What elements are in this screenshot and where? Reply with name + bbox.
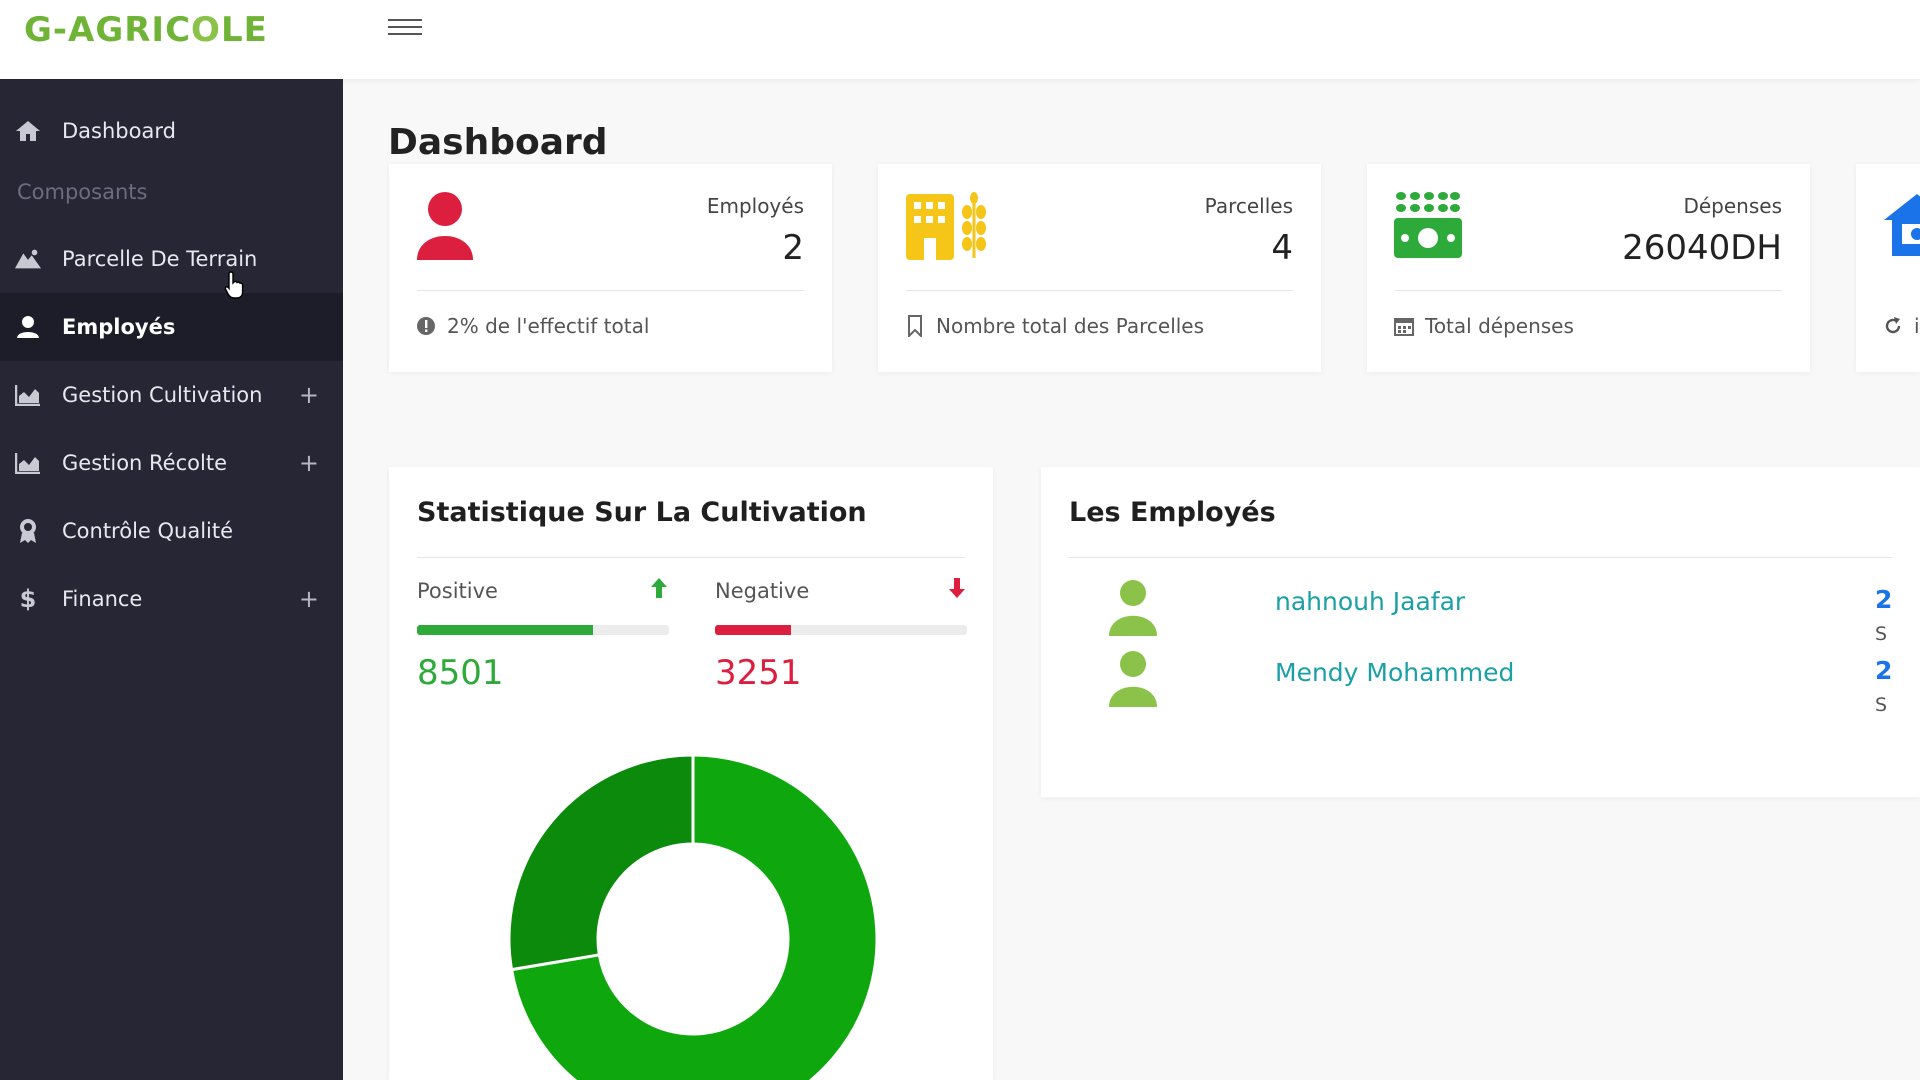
chart-area-icon bbox=[14, 381, 42, 409]
expand-icon[interactable]: + bbox=[299, 449, 319, 477]
expand-icon[interactable]: + bbox=[299, 585, 319, 613]
stat-card-partial[interactable]: i bbox=[1856, 164, 1920, 372]
sidebar-item-gestion-cultivation[interactable]: Gestion Cultivation + bbox=[0, 361, 343, 429]
house-icon bbox=[1882, 190, 1920, 260]
arrow-up-icon bbox=[649, 577, 669, 599]
mountain-icon bbox=[14, 245, 42, 273]
positive-value: 8501 bbox=[417, 653, 504, 693]
stat-footer-text: 2% de l'effectif total bbox=[447, 314, 650, 338]
dollar-icon: $ bbox=[19, 585, 37, 613]
avatar bbox=[1107, 579, 1159, 637]
menu-toggle-icon[interactable] bbox=[388, 14, 422, 40]
sidebar-item-label: Contrôle Qualité bbox=[62, 519, 234, 543]
logo-leaf: O bbox=[191, 10, 221, 50]
employee-extra: 2 bbox=[1875, 585, 1893, 614]
card-title: Statistique Sur La Cultivation bbox=[417, 497, 867, 528]
positive-progress-fill bbox=[417, 625, 594, 635]
sidebar-item-label: Gestion Cultivation bbox=[62, 383, 263, 407]
positive-progress-bar bbox=[417, 625, 669, 635]
negative-value: 3251 bbox=[715, 653, 802, 693]
logo-prefix: G-AGRIC bbox=[24, 10, 192, 50]
stat-card-parcelles[interactable]: Parcelles 4 Nombre total des Parcelles bbox=[878, 164, 1321, 372]
negative-progress-fill bbox=[715, 625, 791, 635]
sidebar-item-gestion-recolte[interactable]: Gestion Récolte + bbox=[0, 429, 343, 497]
sidebar-item-label: Parcelle De Terrain bbox=[62, 247, 258, 271]
money-bill-wheat-icon bbox=[1393, 190, 1463, 260]
stat-footer: Nombre total des Parcelles bbox=[904, 314, 1204, 338]
user-icon bbox=[415, 190, 485, 260]
sidebar-item-label: Gestion Récolte bbox=[62, 451, 227, 475]
award-icon bbox=[14, 517, 42, 545]
divider bbox=[1069, 557, 1892, 558]
logo-suffix: LE bbox=[220, 10, 268, 50]
stat-label: Dépenses bbox=[1683, 194, 1782, 218]
stat-card-employes[interactable]: Employés 2 2% de l'effectif total bbox=[389, 164, 832, 372]
stat-value: 26040DH bbox=[1622, 228, 1782, 268]
employee-extra: 2 bbox=[1875, 656, 1893, 685]
stat-label: Employés bbox=[706, 194, 804, 218]
expand-icon[interactable]: + bbox=[299, 381, 319, 409]
negative-stat: Negative 3251 bbox=[715, 577, 967, 693]
user-icon bbox=[14, 313, 42, 341]
employee-name-link[interactable]: nahnouh Jaafar bbox=[1275, 587, 1465, 616]
divider bbox=[417, 290, 804, 291]
sidebar-item-label: Employés bbox=[62, 315, 176, 339]
stat-footer-text: Nombre total des Parcelles bbox=[936, 314, 1205, 338]
mouse-cursor-icon bbox=[224, 270, 246, 300]
sidebar-section-label: Composants bbox=[17, 180, 148, 204]
cultivation-donut-chart bbox=[508, 754, 878, 1080]
stat-footer: 2% de l'effectif total bbox=[415, 314, 649, 338]
bookmark-icon bbox=[904, 315, 926, 337]
app-logo[interactable]: G-AGRICOLE bbox=[24, 10, 268, 50]
divider bbox=[1395, 290, 1782, 291]
stat-footer-text: Total dépenses bbox=[1425, 314, 1574, 338]
stat-footer: Total dépenses bbox=[1393, 314, 1574, 338]
negative-label: Negative bbox=[715, 579, 810, 603]
employee-name-link[interactable]: Mendy Mohammed bbox=[1275, 658, 1514, 687]
cultivation-stats-card: Statistique Sur La Cultivation Positive … bbox=[389, 467, 993, 1080]
divider bbox=[906, 290, 1293, 291]
card-title: Les Employés bbox=[1069, 497, 1276, 528]
stat-value: 2 bbox=[782, 228, 804, 268]
chart-area-icon bbox=[14, 449, 42, 477]
stat-footer: i bbox=[1882, 314, 1920, 338]
positive-label: Positive bbox=[417, 579, 498, 603]
page-title: Dashboard bbox=[388, 122, 608, 163]
employee-extra-sub: S bbox=[1875, 694, 1888, 716]
stat-value: 4 bbox=[1271, 228, 1293, 268]
info-circle-icon bbox=[415, 315, 437, 337]
sidebar-item-dashboard[interactable]: Dashboard bbox=[0, 97, 343, 165]
divider bbox=[417, 557, 965, 558]
negative-progress-bar bbox=[715, 625, 967, 635]
sidebar: Dashboard Composants Parcelle De Terrain… bbox=[0, 79, 343, 1080]
home-icon bbox=[14, 117, 42, 145]
avatar bbox=[1107, 650, 1159, 708]
sidebar-item-controle-qualite[interactable]: Contrôle Qualité bbox=[0, 497, 343, 565]
stat-card-depenses[interactable]: Dépenses 26040DH Total dépenses bbox=[1367, 164, 1810, 372]
top-bar: G-AGRICOLE bbox=[0, 0, 1920, 79]
list-item[interactable]: nahnouh Jaafar 2 S bbox=[1041, 579, 1901, 649]
sidebar-item-finance[interactable]: $ Finance + bbox=[0, 565, 343, 633]
employee-extra-sub: S bbox=[1875, 623, 1888, 645]
donut-slice-negative bbox=[508, 754, 695, 972]
stat-footer-text: i bbox=[1914, 314, 1920, 338]
stat-label: Parcelles bbox=[1204, 194, 1293, 218]
arrow-down-icon bbox=[947, 577, 967, 599]
list-item[interactable]: Mendy Mohammed 2 S bbox=[1041, 650, 1901, 720]
positive-stat: Positive 8501 bbox=[417, 577, 669, 693]
building-wheat-icon bbox=[904, 190, 994, 260]
employees-card: Les Employés nahnouh Jaafar 2 S Mendy Mo… bbox=[1041, 467, 1920, 797]
sidebar-item-employes[interactable]: Employés bbox=[0, 293, 343, 361]
calendar-icon bbox=[1393, 315, 1415, 337]
sidebar-item-label: Finance bbox=[62, 587, 143, 611]
redo-icon bbox=[1882, 315, 1904, 337]
sidebar-item-label: Dashboard bbox=[62, 119, 176, 143]
sidebar-item-parcelle[interactable]: Parcelle De Terrain bbox=[0, 225, 343, 293]
